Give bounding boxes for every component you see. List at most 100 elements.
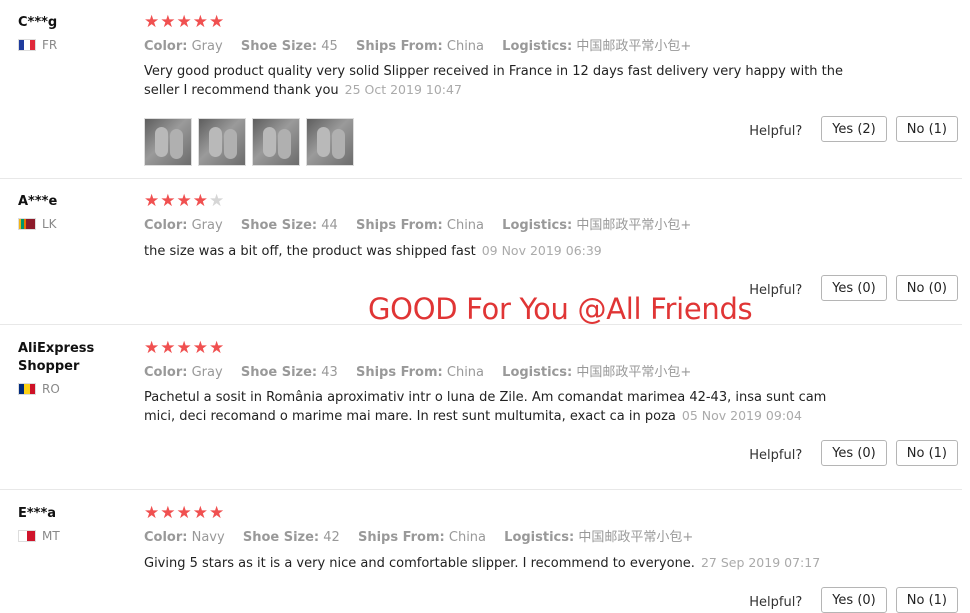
attr-color: Color: Navy [144, 530, 225, 545]
review-item: C***g FR ★★★★★ Color: Gray Shoe Size: 45… [0, 0, 962, 179]
attr-ships-from: Ships From: China [357, 530, 487, 545]
attr-color: Color: Gray [144, 218, 223, 233]
helpful-no-button[interactable]: No (1) [895, 587, 958, 613]
helpful-yes-button[interactable]: Yes (2) [821, 116, 887, 142]
reviewer-info: E***a MT [18, 505, 128, 543]
country-code: LK [42, 217, 57, 231]
helpful-label: Helpful? [749, 594, 803, 610]
star-filled-icon: ★ [176, 503, 193, 523]
attr-shoe-size: Shoe Size: 44 [240, 218, 338, 233]
helpful-box: Helpful? Yes (2) No (1) [749, 116, 958, 142]
slipper-photo-4[interactable] [306, 118, 354, 166]
helpful-box: Helpful? Yes (0) No (1) [749, 587, 958, 613]
star-filled-icon: ★ [160, 12, 177, 32]
reviewer-country: MT [18, 529, 128, 543]
star-filled-icon: ★ [209, 503, 226, 523]
review-date: 09 Nov 2019 06:39 [481, 243, 602, 258]
country-code: MT [42, 529, 60, 543]
star-rating: ★★★★★ [144, 12, 844, 32]
star-filled-icon: ★ [160, 503, 177, 523]
flag-lk-icon [18, 218, 36, 230]
star-filled-icon: ★ [192, 12, 209, 32]
review-text: the size was a bit off, the product was … [144, 243, 602, 259]
star-filled-icon: ★ [209, 338, 226, 358]
helpful-label: Helpful? [749, 447, 803, 463]
reviewer-info: A***e LK [18, 193, 128, 231]
attr-color: Color: Gray [144, 39, 223, 54]
star-rating: ★★★★★ [144, 191, 844, 211]
star-filled-icon: ★ [144, 338, 161, 358]
attr-logistics: Logistics: 中国邮政平常小包+ [502, 218, 692, 233]
attr-ships-from: Ships From: China [355, 39, 485, 54]
attr-shoe-size: Shoe Size: 42 [242, 530, 340, 545]
watermark-text: GOOD For You @All Friends [368, 292, 753, 326]
review-text: Pachetul a sosit in România aproximativ … [144, 390, 827, 424]
reviewer-country: FR [18, 38, 128, 52]
review-date: 05 Nov 2019 09:04 [681, 408, 802, 423]
reviewer-info: AliExpress Shopper RO [18, 340, 128, 396]
review-content: ★★★★★ Color: Gray Shoe Size: 45 Ships Fr… [144, 12, 844, 166]
star-empty-icon: ★ [209, 191, 226, 211]
attr-logistics: Logistics: 中国邮政平常小包+ [502, 39, 692, 54]
helpful-label: Helpful? [749, 282, 803, 298]
helpful-yes-button[interactable]: Yes (0) [821, 587, 887, 613]
review-date: 25 Oct 2019 10:47 [344, 82, 462, 97]
star-filled-icon: ★ [160, 338, 177, 358]
helpful-box: Helpful? Yes (0) No (1) [749, 440, 958, 466]
review-item: E***a MT ★★★★★ Color: Navy Shoe Size: 42… [0, 491, 962, 613]
star-filled-icon: ★ [144, 503, 161, 523]
star-filled-icon: ★ [144, 191, 161, 211]
attr-logistics: Logistics: 中国邮政平常小包+ [504, 530, 694, 545]
reviewer-name: E***a [18, 506, 57, 521]
helpful-no-button[interactable]: No (1) [895, 440, 958, 466]
star-rating: ★★★★★ [144, 338, 844, 358]
flag-ro-icon [18, 383, 36, 395]
star-filled-icon: ★ [176, 338, 193, 358]
country-code: RO [42, 382, 60, 396]
star-filled-icon: ★ [209, 12, 226, 32]
country-code: FR [42, 38, 58, 52]
attr-ships-from: Ships From: China [355, 218, 485, 233]
star-filled-icon: ★ [192, 503, 209, 523]
reviewer-country: RO [18, 382, 128, 396]
helpful-yes-button[interactable]: Yes (0) [821, 440, 887, 466]
attr-color: Color: Gray [144, 365, 223, 380]
review-date: 27 Sep 2019 07:17 [700, 555, 821, 570]
helpful-no-button[interactable]: No (1) [895, 116, 958, 142]
reviewer-name: C***g [18, 15, 58, 30]
helpful-yes-button[interactable]: Yes (0) [821, 275, 887, 301]
reviewer-name: AliExpress Shopper [18, 341, 95, 374]
review-text: Giving 5 stars as it is a very nice and … [144, 555, 821, 571]
star-filled-icon: ★ [176, 191, 193, 211]
star-filled-icon: ★ [176, 12, 193, 32]
attr-logistics: Logistics: 中国邮政平常小包+ [502, 365, 692, 380]
purchase-attributes: Color: Gray Shoe Size: 45 Ships From: Ch… [144, 38, 844, 56]
star-rating: ★★★★★ [144, 503, 844, 523]
purchase-attributes: Color: Gray Shoe Size: 43 Ships From: Ch… [144, 364, 844, 382]
star-filled-icon: ★ [144, 12, 161, 32]
flag-mt-icon [18, 530, 36, 542]
slipper-photo-2[interactable] [198, 118, 246, 166]
reviewer-name: A***e [18, 194, 58, 209]
star-filled-icon: ★ [192, 338, 209, 358]
reviewer-country: LK [18, 217, 128, 231]
review-photos [144, 118, 844, 166]
slipper-photo-1[interactable] [144, 118, 192, 166]
attr-shoe-size: Shoe Size: 45 [240, 39, 338, 54]
helpful-no-button[interactable]: No (0) [895, 275, 958, 301]
review-content: ★★★★★ Color: Gray Shoe Size: 43 Ships Fr… [144, 338, 844, 426]
star-filled-icon: ★ [192, 191, 209, 211]
helpful-label: Helpful? [749, 123, 803, 139]
purchase-attributes: Color: Navy Shoe Size: 42 Ships From: Ch… [144, 529, 844, 547]
attr-ships-from: Ships From: China [355, 365, 485, 380]
reviewer-info: C***g FR [18, 14, 128, 52]
star-filled-icon: ★ [160, 191, 177, 211]
helpful-box: Helpful? Yes (0) No (0) [749, 275, 958, 301]
flag-fr-icon [18, 39, 36, 51]
review-content: ★★★★★ Color: Gray Shoe Size: 44 Ships Fr… [144, 191, 844, 261]
purchase-attributes: Color: Gray Shoe Size: 44 Ships From: Ch… [144, 217, 844, 235]
attr-shoe-size: Shoe Size: 43 [240, 365, 338, 380]
review-content: ★★★★★ Color: Navy Shoe Size: 42 Ships Fr… [144, 503, 844, 573]
slipper-photo-3[interactable] [252, 118, 300, 166]
review-item: AliExpress Shopper RO ★★★★★ Color: Gray … [0, 326, 962, 490]
